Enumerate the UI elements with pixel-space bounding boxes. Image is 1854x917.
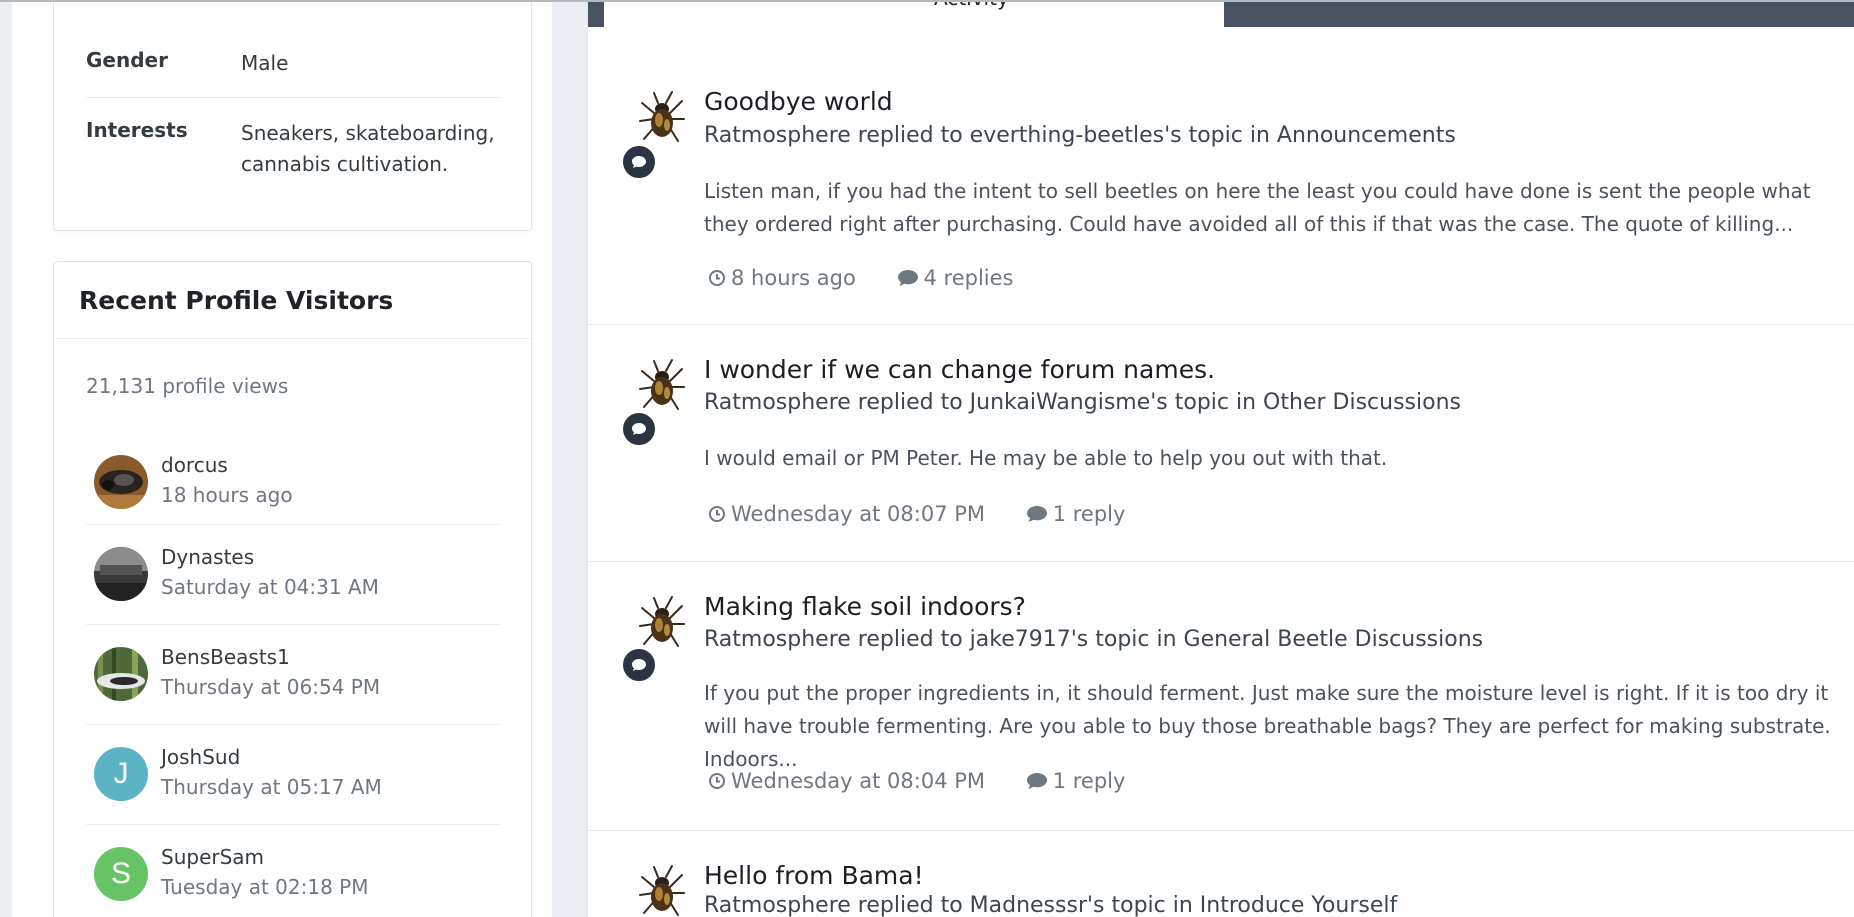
activity-item: I wonder if we can change forum names. R… [588, 325, 1854, 562]
beetle-avatar[interactable] [636, 357, 688, 415]
visitor-item: dorcus 18 hours ago [86, 425, 500, 525]
field-label: Gender [86, 48, 168, 72]
comment-icon [632, 156, 646, 168]
activity-item: Hello from Bama! Ratmosphere replied to … [588, 831, 1854, 917]
activity-title-link[interactable]: Goodbye world [704, 87, 893, 116]
activity-title-link[interactable]: Making flake soil indoors? [704, 592, 1026, 621]
clock-icon [709, 506, 725, 522]
profile-views-count: 21,131 profile views [86, 374, 289, 398]
profile-field-gender: Gender Male [86, 0, 500, 98]
visitor-time: Tuesday at 02:18 PM [161, 875, 369, 899]
activity-meta[interactable]: Ratmosphere replied to everthing-beetles… [704, 123, 1456, 148]
comment-icon [632, 423, 646, 435]
visitor-name-link[interactable]: JoshSud [161, 745, 240, 769]
comment-badge [620, 143, 658, 181]
avatar[interactable] [94, 547, 148, 601]
activity-replies-link[interactable]: 4 replies [897, 266, 1014, 290]
window-top-border [0, 0, 1854, 2]
activity-stats: 8 hours ago 4 replies [708, 266, 1048, 292]
activity-meta[interactable]: Ratmosphere replied to Madnesssr's topic… [704, 893, 1397, 917]
comment-icon [632, 659, 646, 671]
visitor-time: Thursday at 06:54 PM [161, 675, 381, 699]
activity-item: Goodbye world Ratmosphere replied to eve… [588, 27, 1854, 325]
comment-icon [897, 270, 918, 286]
avatar[interactable] [94, 455, 148, 509]
beetle-avatar[interactable] [636, 594, 688, 652]
activity-time: Wednesday at 08:07 PM [708, 502, 985, 526]
field-value: Sneakers, skateboarding, cannabis cultiv… [241, 121, 495, 176]
activity-meta[interactable]: Ratmosphere replied to jake7917's topic … [704, 627, 1483, 652]
about-me-card: Gender Male Interests Sneakers, skateboa… [53, 0, 532, 231]
recent-visitors-title: Recent Profile Visitors [79, 286, 394, 315]
activity-item: Making flake soil indoors? Ratmosphere r… [588, 562, 1854, 831]
comment-icon [1026, 506, 1047, 522]
feed-tab-bar: Activity [588, 0, 1854, 27]
activity-snippet: I would email or PM Peter. He may be abl… [704, 446, 1388, 470]
clock-icon [709, 270, 725, 286]
activity-snippet: Listen man, if you had the intent to sel… [704, 179, 1811, 236]
profile-sidebar: Gender Male Interests Sneakers, skateboa… [12, 0, 552, 917]
field-label: Interests [86, 118, 188, 142]
field-value: Male [241, 51, 289, 75]
activity-replies-link[interactable]: 1 reply [1026, 769, 1125, 793]
activity-time: 8 hours ago [708, 266, 856, 290]
comment-badge [620, 410, 658, 448]
visitor-name-link[interactable]: SuperSam [161, 845, 264, 869]
recent-visitors-card: Recent Profile Visitors 21,131 profile v… [53, 261, 532, 917]
activity-title-link[interactable]: I wonder if we can change forum names. [704, 355, 1215, 384]
visitor-time: Thursday at 05:17 AM [161, 775, 382, 799]
tab-inactive-area[interactable] [1224, 0, 1854, 27]
clock-icon [709, 773, 725, 789]
avatar[interactable] [94, 647, 148, 701]
avatar[interactable]: S [94, 847, 148, 901]
activity-time: Wednesday at 08:04 PM [708, 769, 985, 793]
activity-snippet: If you put the proper ingredients in, it… [704, 681, 1831, 771]
visitor-name-link[interactable]: dorcus [161, 453, 228, 477]
recent-visitors-header: Recent Profile Visitors [54, 262, 531, 339]
visitor-name-link[interactable]: Dynastes [161, 545, 254, 569]
visitor-item: Dynastes Saturday at 04:31 AM [86, 525, 500, 625]
activity-title-link[interactable]: Hello from Bama! [704, 861, 924, 890]
activity-stats: Wednesday at 08:07 PM 1 reply [708, 502, 1159, 528]
activity-meta[interactable]: Ratmosphere replied to JunkaiWangisme's … [704, 390, 1461, 415]
page-gutter [0, 0, 12, 917]
activity-feed: Activity Goodbye world Ratmo [587, 0, 1854, 917]
activity-replies-link[interactable]: 1 reply [1026, 502, 1125, 526]
tab-edge [588, 0, 604, 27]
beetle-avatar[interactable] [636, 863, 688, 917]
comment-badge [620, 646, 658, 684]
visitor-item: J JoshSud Thursday at 05:17 AM [86, 725, 500, 825]
comment-icon [1026, 773, 1047, 789]
profile-field-interests: Interests Sneakers, skateboarding, canna… [86, 98, 500, 218]
avatar[interactable]: J [94, 747, 148, 801]
visitor-name-link[interactable]: BensBeasts1 [161, 645, 290, 669]
beetle-avatar[interactable] [636, 89, 688, 147]
visitor-item: BensBeasts1 Thursday at 06:54 PM [86, 625, 500, 725]
visitor-time: 18 hours ago [161, 483, 293, 507]
tab-activity[interactable]: Activity [604, 0, 1224, 27]
visitor-time: Saturday at 04:31 AM [161, 575, 379, 599]
activity-stats: Wednesday at 08:04 PM 1 reply [708, 769, 1159, 795]
visitor-item: S SuperSam Tuesday at 02:18 PM [86, 825, 500, 917]
